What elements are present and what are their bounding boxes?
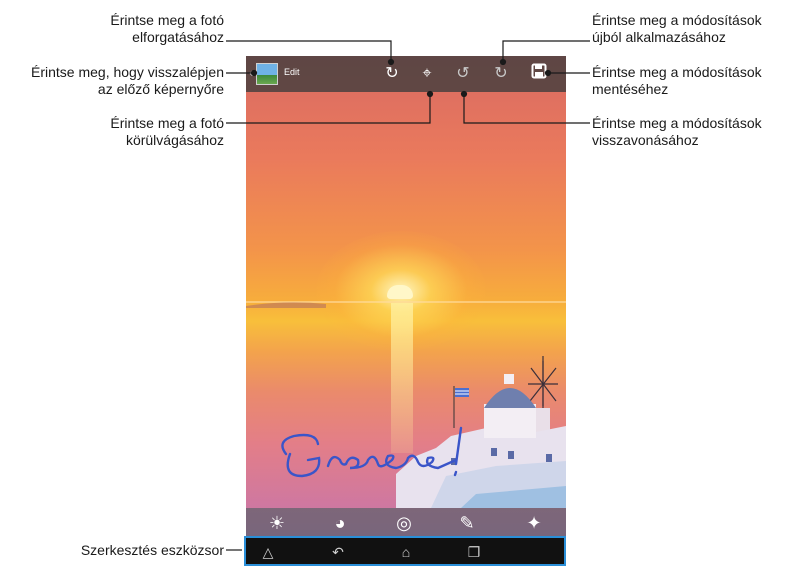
callout-back-line1: Érintse meg, hogy visszalépjen	[31, 64, 224, 80]
enhance-button[interactable]: ✦	[522, 514, 546, 532]
callout-back: Érintse meg, hogy visszalépjen az előző …	[0, 64, 224, 98]
crop-button[interactable]: ⌖	[416, 64, 438, 84]
callout-edit-toolbar-text: Szerkesztés eszközsor	[80, 542, 224, 558]
pen-icon: ✎	[459, 513, 475, 533]
callout-edit-toolbar: Szerkesztés eszközsor	[40, 542, 224, 559]
callout-undo-line2: visszavonásához	[592, 132, 699, 148]
callout-crop-line2: körülvágásához	[125, 132, 224, 148]
brightness-button[interactable]: ☀	[265, 514, 289, 532]
redo-icon: ↻	[494, 65, 508, 82]
callout-rotate-line1: Érintse meg a fotó	[110, 12, 224, 28]
callout-rotate-line2: elforgatásához	[132, 29, 224, 45]
effects-icon: ◎	[396, 513, 412, 533]
crop-icon: ⌖	[422, 65, 432, 82]
save-icon	[531, 63, 547, 79]
callout-crop: Érintse meg a fotó körülvágásához	[84, 115, 224, 149]
callout-redo: Érintse meg a módosítások újból alkalmaz…	[592, 12, 782, 46]
callout-crop-line1: Érintse meg a fotó	[110, 115, 224, 131]
draw-button[interactable]: ✎	[455, 514, 479, 532]
phone-screenshot: ‹ Edit ↻ ⌖ ↺ ↻ ☀ ◕ ◎ ✎ ✦ △ ↶ ⌂ ❐	[246, 56, 566, 566]
effects-button[interactable]: ◎	[392, 514, 416, 532]
undo-button[interactable]: ↺	[452, 64, 474, 84]
palette-icon: ◕	[334, 513, 346, 533]
callout-save-line1: Érintse meg a módosítások	[592, 64, 762, 80]
callout-back-line2: az előző képernyőre	[97, 81, 224, 97]
callout-rotate: Érintse meg a fotó elforgatásához	[84, 12, 224, 46]
callout-save: Érintse meg a módosítások mentéséhez	[592, 64, 782, 98]
rotate-button[interactable]: ↻	[381, 64, 403, 84]
sparkle-icon: ✦	[526, 513, 542, 533]
callout-redo-line2: újból alkalmazásához	[592, 29, 726, 45]
gallery-app-icon	[256, 63, 278, 85]
top-action-bar: ‹ Edit ↻ ⌖ ↺ ↻	[246, 56, 566, 92]
color-button[interactable]: ◕	[328, 514, 352, 532]
photo-scenery	[246, 302, 566, 508]
redo-button[interactable]: ↻	[490, 64, 512, 84]
callout-redo-line1: Érintse meg a módosítások	[592, 12, 762, 28]
callout-save-line2: mentéséhez	[592, 81, 669, 97]
topbar-title: Edit	[284, 67, 300, 77]
back-button[interactable]: ‹ Edit	[246, 56, 306, 92]
edit-toolbar-highlight	[244, 536, 566, 566]
undo-icon: ↺	[456, 65, 470, 82]
rotate-icon: ↻	[385, 65, 399, 82]
save-button[interactable]	[528, 63, 550, 85]
callout-undo-line1: Érintse meg a módosítások	[592, 115, 762, 131]
brightness-icon: ☀	[268, 513, 286, 533]
chevron-left-icon: ‹	[249, 64, 254, 80]
callout-undo: Érintse meg a módosítások visszavonásáho…	[592, 115, 782, 149]
